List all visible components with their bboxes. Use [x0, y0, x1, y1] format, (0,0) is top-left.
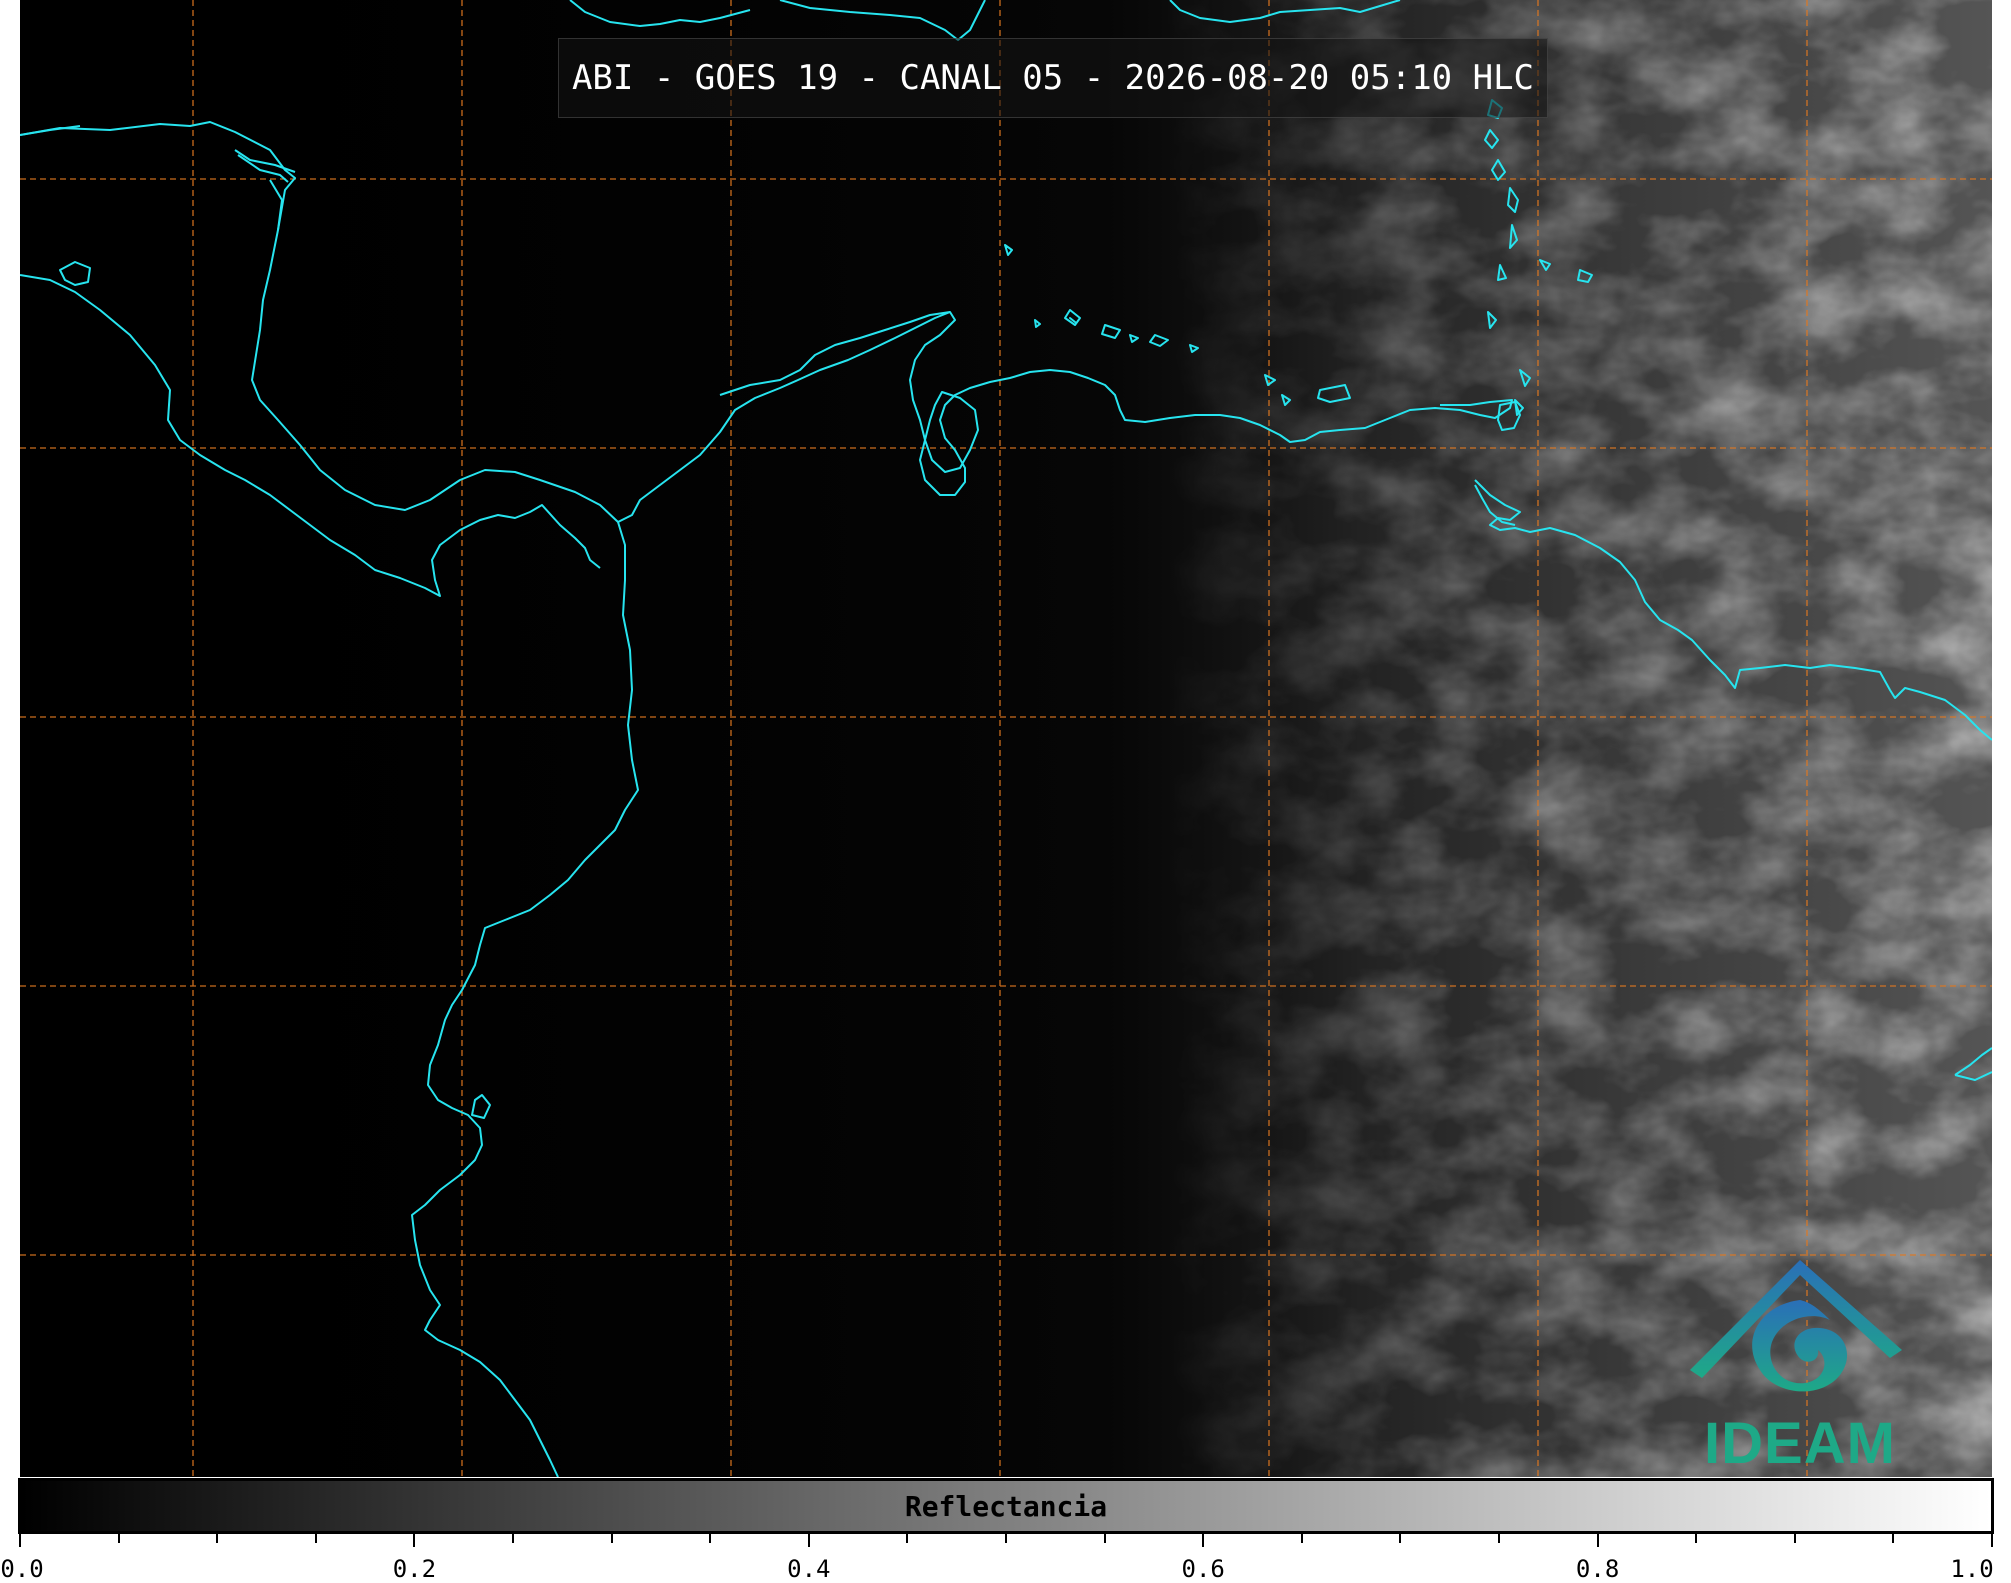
colorbar-major-tick — [807, 1534, 810, 1547]
ideam-logo-icon — [1690, 1260, 1902, 1392]
colorbar-tick-label: 0.2 — [392, 1555, 437, 1583]
colorbar-tick-label: 0.4 — [787, 1555, 831, 1583]
colorbar-tick-label: 0.6 — [1181, 1555, 1225, 1583]
colorbar-minor-tick — [1300, 1534, 1303, 1543]
colorbar-minor-tick — [709, 1534, 712, 1543]
colorbar-minor-tick — [1892, 1534, 1895, 1543]
colorbar-ticks — [19, 1534, 1993, 1548]
colorbar-major-tick — [413, 1534, 416, 1547]
logo-swirl — [1752, 1300, 1848, 1392]
colorbar-minor-tick — [610, 1534, 613, 1543]
colorbar-minor-tick — [216, 1534, 219, 1543]
colorbar-minor-tick — [1498, 1534, 1500, 1543]
colorbar-major-tick — [1991, 1534, 1993, 1547]
colorbar-minor-tick — [512, 1534, 514, 1543]
colorbar-minor-tick — [1695, 1534, 1698, 1543]
title-box: ABI - GOES 19 - CANAL 05 - 2026-08-20 05… — [558, 38, 1548, 118]
colorbar-tick-label: 0.0 — [0, 1555, 44, 1583]
colorbar-major-tick — [19, 1534, 21, 1547]
map-title: ABI - GOES 19 - CANAL 05 - 2026-08-20 05… — [571, 58, 1535, 98]
colorbar-minor-tick — [1005, 1534, 1007, 1543]
colorbar-major-tick — [1202, 1534, 1205, 1547]
colorbar-tick-label: 1.0 — [1950, 1555, 1994, 1583]
colorbar-minor-tick — [314, 1534, 317, 1543]
colorbar: Reflectancia — [18, 1478, 1994, 1534]
colorbar-minor-tick — [906, 1534, 909, 1543]
colorbar-minor-tick — [117, 1534, 120, 1543]
colorbar-label: Reflectancia — [904, 1489, 1108, 1523]
colorbar-major-tick — [1596, 1534, 1599, 1547]
colorbar-minor-tick — [1399, 1534, 1402, 1543]
colorbar-tick-label: 0.8 — [1575, 1555, 1620, 1583]
colorbar-minor-tick — [1103, 1534, 1106, 1543]
logo-text: IDEAM — [1704, 1411, 1896, 1476]
ideam-logo: IDEAM — [1680, 1250, 1920, 1476]
satellite-map: ABI - GOES 19 - CANAL 05 - 2026-08-20 05… — [20, 0, 1992, 1477]
colorbar-minor-tick — [1793, 1534, 1796, 1543]
